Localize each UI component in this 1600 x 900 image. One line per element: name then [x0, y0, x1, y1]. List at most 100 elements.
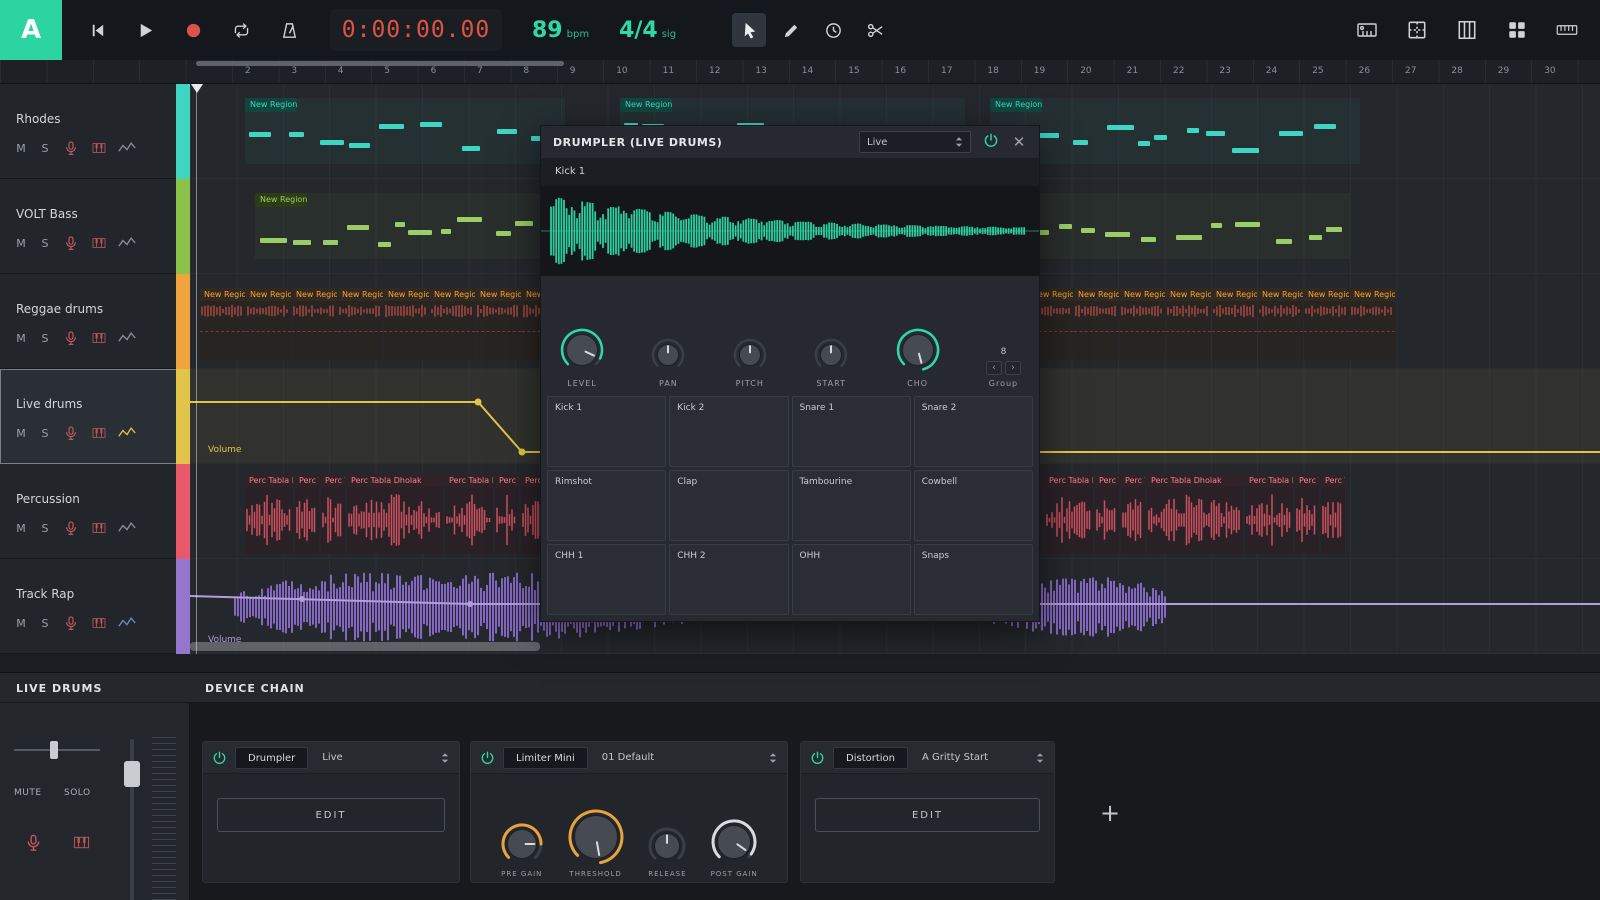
knob-pitch[interactable]: PITCH [732, 337, 768, 388]
knob-level[interactable]: LEVEL [559, 327, 605, 388]
audio-clip[interactable]: New Region [1166, 288, 1211, 360]
track-instrument-icon[interactable] [90, 235, 108, 251]
track-header-volt-bass[interactable]: VOLT BassMS [0, 179, 190, 274]
device-name[interactable]: Distortion [833, 747, 908, 769]
knob-pan[interactable]: PAN [650, 337, 686, 388]
skip-start-button[interactable] [80, 13, 114, 47]
timeline-zoom-scrollbar[interactable] [196, 61, 564, 66]
region-label-tab[interactable]: New Region [255, 193, 307, 207]
drum-pad-tambourine[interactable]: Tambourine [792, 470, 911, 541]
drum-pad-chh-1[interactable]: CHH 1 [547, 544, 666, 615]
playhead-marker[interactable] [191, 84, 203, 93]
record-arm-mic-icon[interactable] [24, 833, 43, 856]
play-button[interactable] [128, 13, 162, 47]
volume-fader-thumb[interactable] [124, 761, 140, 787]
knob-dial[interactable] [895, 327, 941, 373]
knob-cho[interactable]: CHO [895, 327, 941, 388]
device-name[interactable]: Limiter Mini [503, 747, 588, 769]
track-mute-button[interactable]: M [14, 522, 28, 535]
track-arm-mic-icon[interactable] [62, 330, 80, 346]
knob-start[interactable]: START [813, 337, 849, 388]
device-power-button[interactable] [471, 750, 503, 765]
track-header-track-rap[interactable]: Track RapMS [0, 559, 190, 654]
audio-clip[interactable]: New Region [200, 288, 245, 360]
drum-pad-snare-2[interactable]: Snare 2 [914, 396, 1033, 467]
track-arm-mic-icon[interactable] [62, 140, 80, 156]
drum-pad-ohh[interactable]: OHH [792, 544, 911, 615]
split-tool-button[interactable] [858, 13, 892, 47]
region-label-tab[interactable]: New Region [990, 98, 1042, 112]
track-arm-mic-icon[interactable] [62, 235, 80, 251]
loop-button[interactable] [224, 13, 258, 47]
audio-clip[interactable]: Perc Tabla Dholak [321, 474, 345, 554]
drum-pad-chh-2[interactable]: CHH 2 [669, 544, 788, 615]
instrument-view-icon[interactable] [1350, 13, 1384, 47]
audio-clip[interactable]: Perc Tabla Dholak [347, 474, 443, 554]
timeline-horizontal-scrollbar[interactable] [190, 642, 540, 651]
audio-clip[interactable]: New Region [1350, 288, 1395, 360]
track-automation-icon[interactable] [118, 520, 136, 536]
audio-clip[interactable]: Perc Tabla Dholak [1121, 474, 1145, 554]
audio-clip[interactable]: New Region [476, 288, 521, 360]
audio-clip[interactable]: Perc Tabla Dholak [1147, 474, 1243, 554]
app-logo[interactable]: A [0, 0, 62, 60]
audio-clip[interactable]: Perc Tabla Dholak [1321, 474, 1345, 554]
device-preset-select[interactable]: 01 Default [596, 752, 787, 764]
knob-dial[interactable] [813, 337, 849, 373]
track-solo-button[interactable]: S [38, 522, 52, 535]
region-label-tab[interactable]: New Region [620, 98, 672, 112]
pan-slider-thumb[interactable] [50, 741, 58, 759]
device-power-button[interactable] [801, 750, 833, 765]
track-automation-icon[interactable] [118, 615, 136, 631]
knob-dial[interactable] [567, 808, 625, 866]
drum-pad-rimshot[interactable]: Rimshot [547, 470, 666, 541]
audio-clip[interactable]: New Region [1074, 288, 1119, 360]
audio-clip[interactable]: New Region [292, 288, 337, 360]
drum-pad-snare-1[interactable]: Snare 1 [792, 396, 911, 467]
knob-dial[interactable] [500, 822, 544, 866]
audio-clip[interactable]: Perc Tabla Dholak [1095, 474, 1119, 554]
device-edit-button[interactable]: EDIT [815, 798, 1040, 832]
region-label-tab[interactable]: New Region [245, 98, 297, 112]
track-header-rhodes[interactable]: RhodesMS [0, 84, 190, 179]
audio-clip[interactable]: Perc Tabla Dholak [245, 474, 293, 554]
audio-clip[interactable]: Perc Tabla Dholak [1245, 474, 1293, 554]
device-power-button[interactable] [203, 750, 235, 765]
time-signature-display[interactable]: 4/4 sig [619, 18, 676, 43]
knob-dial[interactable] [559, 327, 605, 373]
plugin-power-button[interactable] [983, 132, 999, 152]
plugin-header[interactable]: DRUMPLER (LIVE DRUMS) Live ✕ [541, 126, 1039, 158]
knob-dial[interactable] [732, 337, 768, 373]
track-mute-button[interactable]: M [14, 332, 28, 345]
track-automation-icon[interactable] [118, 425, 136, 441]
audio-clip[interactable]: New Region [1212, 288, 1257, 360]
track-mute-button[interactable]: M [14, 237, 28, 250]
group-next-button[interactable]: › [1005, 361, 1021, 375]
track-header-reggae-drums[interactable]: Reggae drumsMS [0, 274, 190, 369]
knob-post-gain[interactable]: POST GAIN [710, 818, 758, 878]
track-solo-button[interactable]: S [38, 237, 52, 250]
track-automation-icon[interactable] [118, 140, 136, 156]
plugin-preset-select[interactable]: Live [859, 131, 971, 153]
time-tool-button[interactable] [816, 13, 850, 47]
knob-dial[interactable] [650, 337, 686, 373]
track-header-percussion[interactable]: PercussionMS [0, 464, 190, 559]
device-edit-button[interactable]: EDIT [217, 798, 445, 832]
audio-clip[interactable]: New Region [430, 288, 475, 360]
track-arm-mic-icon[interactable] [62, 520, 80, 536]
piano-roll-icon[interactable] [1450, 13, 1484, 47]
record-button[interactable] [176, 13, 210, 47]
audio-clip[interactable]: Perc Tabla Dholak [295, 474, 319, 554]
metronome-button[interactable] [272, 13, 306, 47]
track-solo-button[interactable]: S [38, 427, 52, 440]
pads-view-icon[interactable] [1500, 13, 1534, 47]
midi-region[interactable] [990, 98, 1360, 164]
sample-waveform-display[interactable] [541, 186, 1039, 276]
audio-clip[interactable]: New Region [246, 288, 291, 360]
knob-pre-gain[interactable]: PRE GAIN [500, 822, 544, 878]
device-preset-select[interactable]: A Gritty Start [916, 752, 1054, 764]
track-automation-icon[interactable] [118, 330, 136, 346]
add-device-button[interactable]: + [1095, 798, 1125, 828]
pointer-tool-button[interactable] [732, 13, 766, 47]
plugin-close-button[interactable]: ✕ [1011, 134, 1027, 150]
